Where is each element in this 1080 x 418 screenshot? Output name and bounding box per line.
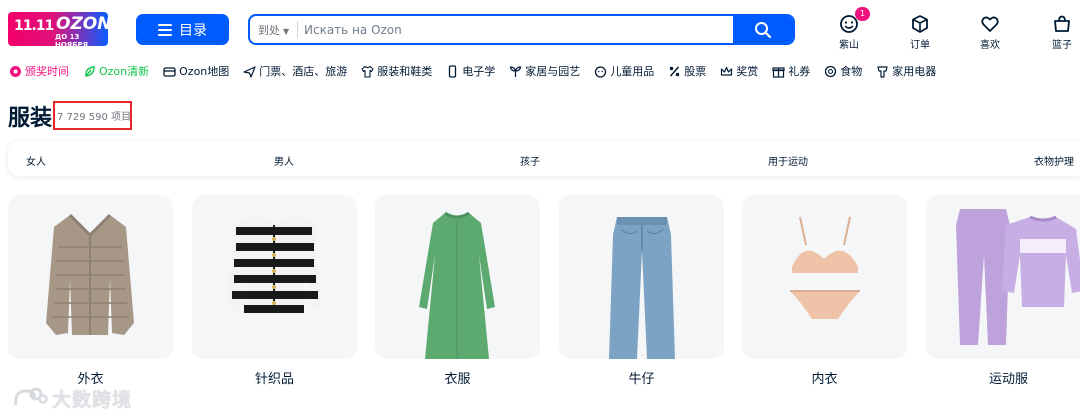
nav-item-ozon-card[interactable]: Ozon地图	[163, 63, 229, 79]
subcategory-women[interactable]: 女人	[26, 153, 46, 168]
category-card-outerwear[interactable]	[8, 195, 173, 359]
leaf-icon	[85, 65, 95, 77]
header-item-label: 篮子	[1052, 40, 1072, 51]
nav-item-label: 奖赏	[736, 65, 759, 78]
watermark-text: 大数跨境	[52, 388, 133, 411]
header: 11.11 OZON ДО 13 НОЯБРЯ 目录 到处▼ 紫山 1	[0, 0, 1080, 58]
catalog-button[interactable]: 目录	[136, 14, 229, 45]
phone-icon	[449, 64, 457, 78]
box-icon	[912, 15, 928, 33]
catalog-label: 目录	[179, 22, 207, 39]
underwear-icon	[790, 216, 860, 319]
header-item-label: 喜欢	[980, 40, 1000, 51]
nav-item-label: 服装和鞋类	[377, 65, 433, 78]
ozon-logo[interactable]: 11.11 OZON ДО 13 НОЯБРЯ	[8, 12, 108, 46]
nav-item-label: 礼券	[788, 65, 811, 78]
search-icon	[755, 21, 772, 38]
nav-item-home-garden[interactable]: 家居与园艺	[509, 63, 580, 79]
baby-icon	[595, 65, 607, 78]
jacket-icon	[46, 213, 134, 335]
voucher-icon	[772, 66, 785, 78]
watermark-logo-icon	[14, 387, 48, 406]
notification-badge: 1	[855, 7, 870, 21]
crown-icon	[721, 66, 733, 76]
search-scope-select[interactable]: 到处 ▼	[258, 22, 289, 38]
item-count: 7 729 590 项目	[57, 112, 132, 123]
heart-icon	[981, 16, 999, 32]
subcategory-clothing-care[interactable]: 衣物护理	[1034, 153, 1074, 168]
search-divider	[297, 21, 298, 38]
search-scope-label: 到处	[258, 24, 280, 37]
nav-item-kids[interactable]: 儿童用品	[594, 63, 654, 79]
header-item-profile[interactable]: 紫山 1	[827, 7, 871, 51]
header-item-orders[interactable]: 订单	[898, 14, 942, 51]
card-icon	[163, 66, 176, 77]
nav-item-label: 股票	[684, 65, 707, 78]
nav-item-label: 门票、酒店、旅游	[259, 65, 348, 78]
tracksuit-icon	[956, 209, 1080, 345]
nav-item-label: Ozon地图	[179, 65, 230, 78]
nav-item-label: 儿童用品	[610, 65, 655, 78]
nav-item-appliances[interactable]: 家用电器	[876, 63, 936, 79]
dress-icon	[419, 211, 495, 359]
search-bar: 到处 ▼	[248, 14, 795, 45]
nav-item-travel[interactable]: 门票、酒店、旅游	[243, 63, 347, 79]
subcategory-bar: 女人 男人 孩子 用于运动 衣物护理	[8, 141, 1080, 176]
header-item-favorites[interactable]: 喜欢	[968, 14, 1012, 51]
search-button[interactable]	[733, 16, 793, 43]
category-card-sportswear[interactable]	[926, 195, 1080, 359]
search-input[interactable]	[304, 19, 724, 40]
nav-item-awards[interactable]: 颁奖时间	[9, 63, 69, 79]
logo-line3: ДО 13 НОЯБРЯ	[55, 33, 89, 46]
header-item-basket[interactable]: 篮子	[1040, 14, 1080, 51]
plant-icon	[510, 65, 522, 77]
nav-item-label: Ozon清新	[99, 65, 150, 78]
triangle-down-icon: ▼	[283, 27, 290, 36]
basket-icon	[1054, 15, 1070, 32]
nav-item-electronics[interactable]: 电子学	[446, 63, 495, 79]
logo-line2: OZON	[56, 14, 108, 34]
percent-icon	[670, 66, 680, 76]
header-item-label: 紫山	[839, 40, 859, 51]
category-card-underwear[interactable]	[742, 195, 907, 359]
subcategory-men[interactable]: 男人	[274, 153, 294, 168]
category-card-label: 衣服	[444, 372, 471, 387]
nav-item-rewards[interactable]: 奖赏	[720, 63, 758, 79]
category-card-knitwear[interactable]	[192, 195, 357, 359]
appliance-icon	[877, 65, 888, 78]
nav-item-label: 电子学	[462, 65, 496, 78]
gift-icon	[10, 65, 21, 77]
watermark: 大数跨境	[12, 384, 132, 412]
category-card-label: 内衣	[811, 372, 838, 387]
logo-line1: 11.11	[14, 18, 54, 34]
category-card-dresses[interactable]	[375, 195, 540, 359]
food-icon	[825, 65, 837, 77]
nav-item-food[interactable]: 食物	[824, 63, 862, 79]
plane-icon	[243, 65, 256, 78]
nav-item-vouchers[interactable]: 礼券	[772, 63, 810, 79]
shirt-icon	[361, 65, 374, 78]
nav-item-fresh[interactable]: Ozon清新	[83, 63, 149, 79]
category-card-label: 运动服	[988, 372, 1028, 387]
nav-item-label: 食物	[840, 65, 863, 78]
category-card-label: 牛仔	[628, 372, 655, 387]
subcategory-sports[interactable]: 用于运动	[768, 153, 808, 168]
jeans-icon	[609, 217, 675, 359]
nav-item-deals[interactable]: 股票	[668, 63, 706, 79]
nav-item-label: 颁奖时间	[25, 65, 69, 78]
category-card-denim[interactable]	[559, 195, 724, 359]
category-nav: 颁奖时间 Ozon清新 Ozon地图 门票、酒店、旅游 服装和鞋类 电子学 家居…	[9, 62, 950, 80]
cardigan-icon	[228, 213, 320, 313]
page-title: 服装	[8, 106, 53, 131]
header-item-label: 订单	[910, 40, 930, 51]
subcategory-kids[interactable]: 孩子	[520, 153, 540, 168]
category-card-label: 针织品	[254, 372, 294, 387]
nav-item-label: 家用电器	[892, 65, 937, 78]
menu-icon	[158, 21, 172, 39]
nav-item-label: 家居与园艺	[525, 65, 581, 78]
nav-item-clothing[interactable]: 服装和鞋类	[361, 63, 432, 79]
